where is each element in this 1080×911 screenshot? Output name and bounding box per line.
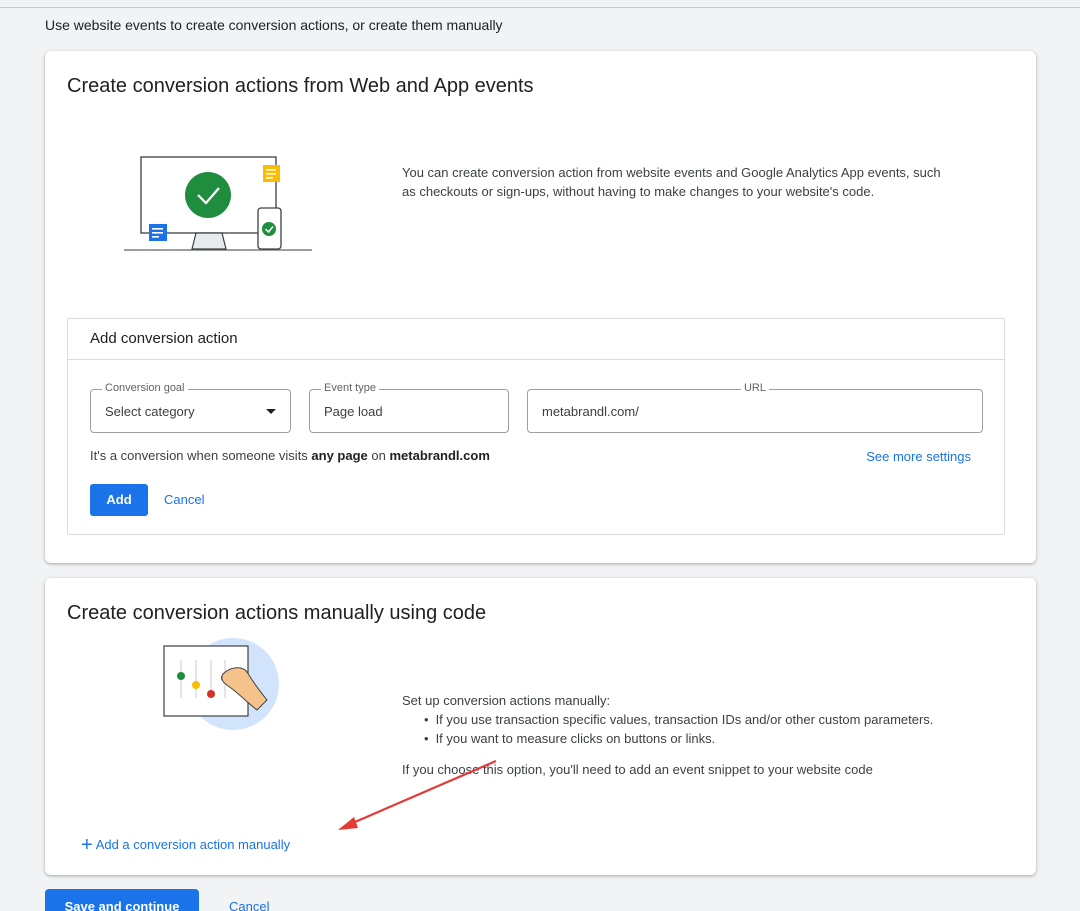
annotation-arrow-icon: [338, 759, 497, 830]
conversion-goal-value: Select category: [105, 404, 195, 419]
sliders-hand-illustration: [163, 638, 279, 730]
event-type-field[interactable]: Event type Page load: [309, 382, 509, 433]
add-manual-label: Add a conversion action manually: [95, 837, 291, 852]
hint-scope: any page: [311, 448, 368, 463]
add-conversion-panel: Add conversion action Conversion goal Se…: [67, 318, 1005, 535]
web-card-title: Create conversion actions from Web and A…: [67, 75, 534, 97]
manual-bullet-item: If you want to measure clicks on buttons…: [424, 729, 982, 748]
hint-mid: on: [367, 448, 390, 463]
cancel-add-button[interactable]: Cancel: [164, 492, 204, 507]
add-conversion-heading: Add conversion action: [68, 319, 1004, 360]
url-input[interactable]: URL metabrandl.com/: [527, 382, 983, 433]
add-button[interactable]: Add: [90, 484, 148, 516]
url-value: metabrandl.com/: [542, 404, 639, 419]
footer-cancel-button[interactable]: Cancel: [229, 899, 269, 911]
manual-code-card: Create conversion actions manually using…: [45, 578, 1036, 875]
monitor-phone-illustration: [124, 156, 312, 251]
conversion-goal-select[interactable]: Conversion goal Select category: [90, 382, 291, 433]
plus-icon: +: [81, 834, 93, 856]
manual-bullet-item: If you use transaction specific values, …: [424, 710, 982, 729]
hint-domain: metabrandl.com: [389, 448, 490, 463]
dropdown-caret-icon: [266, 409, 276, 414]
top-divider: [0, 0, 1080, 8]
conversion-goal-label: Conversion goal: [102, 382, 188, 394]
conversion-rule-hint: It's a conversion when someone visits an…: [90, 448, 490, 463]
save-and-continue-button[interactable]: Save and continue: [45, 889, 199, 911]
web-app-events-card: Create conversion actions from Web and A…: [45, 51, 1036, 563]
web-card-description: You can create conversion action from we…: [402, 165, 941, 199]
add-manual-conversion-link[interactable]: + Add a conversion action manually: [81, 834, 290, 857]
see-more-settings-link[interactable]: See more settings: [866, 449, 971, 464]
manual-bullet-list: If you use transaction specific values, …: [402, 710, 982, 748]
url-label: URL: [740, 382, 770, 394]
event-type-value: Page load: [324, 404, 383, 419]
manual-lead: Set up conversion actions manually:: [402, 693, 611, 708]
event-type-label: Event type: [321, 382, 379, 394]
manual-card-title: Create conversion actions manually using…: [67, 602, 487, 624]
page-intro: Use website events to create conversion …: [45, 17, 503, 33]
hint-prefix: It's a conversion when someone visits: [90, 448, 312, 463]
